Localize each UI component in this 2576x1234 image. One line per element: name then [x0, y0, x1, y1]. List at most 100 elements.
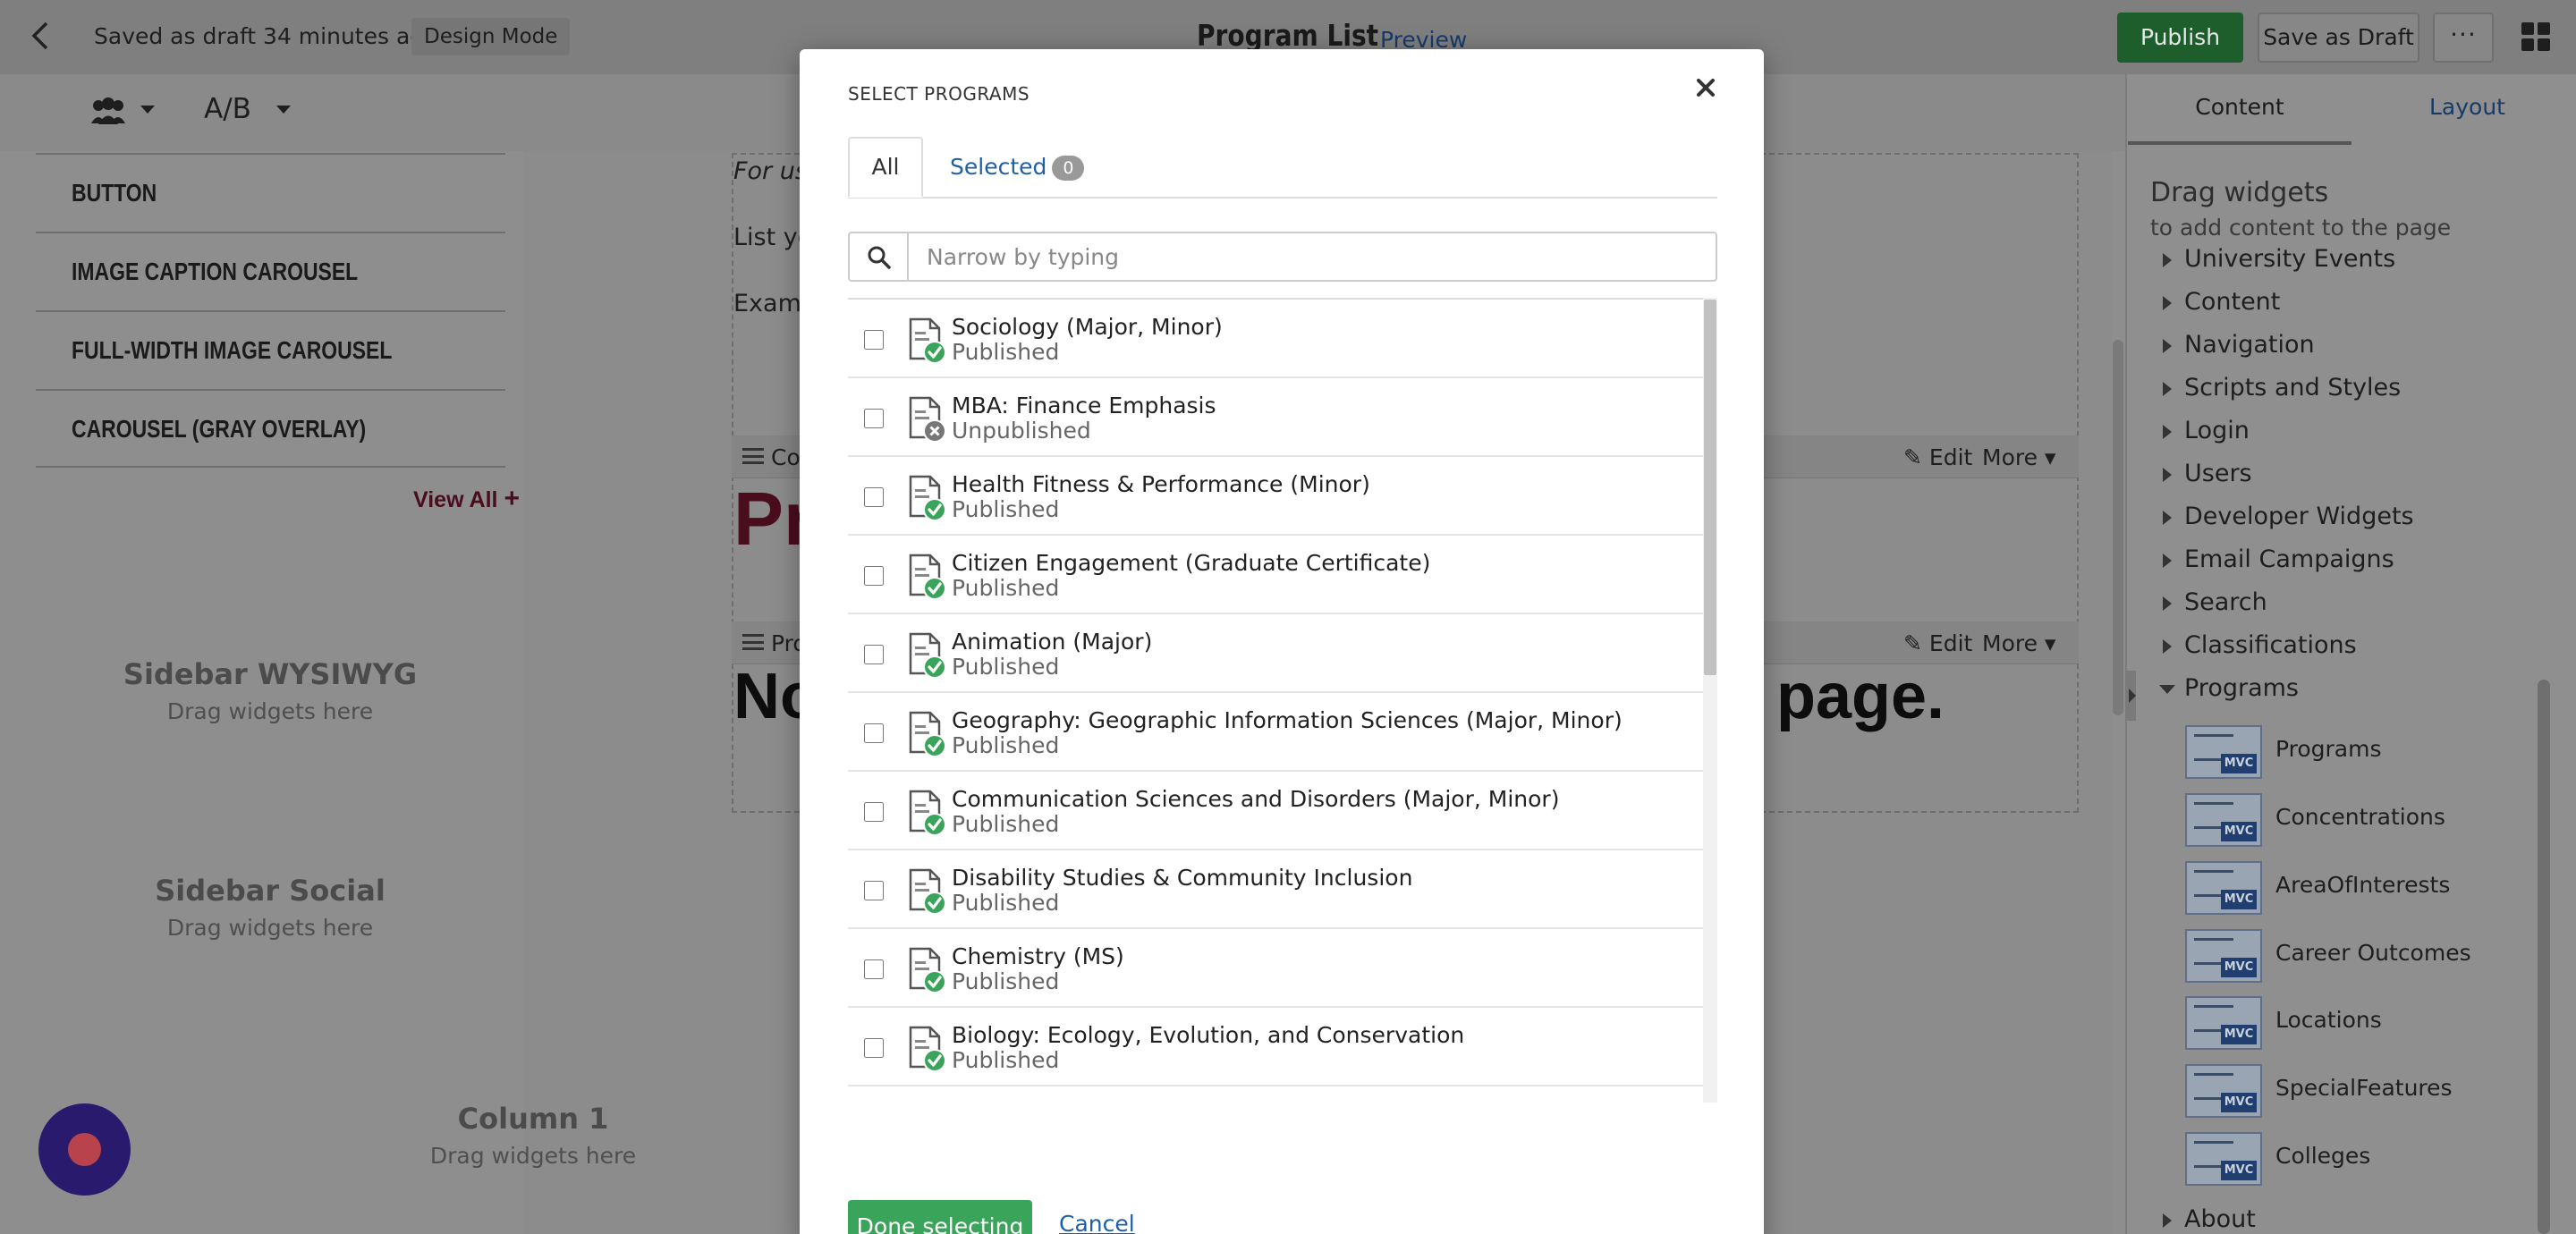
caret-right-icon — [2163, 554, 2172, 568]
program-list-item[interactable]: Animation (Major) Published — [848, 614, 1703, 693]
mvc-widget-icon[interactable]: MVC — [2185, 1132, 2262, 1186]
program-list[interactable]: Sociology (Major, Minor) Published MBA: Fi… — [848, 298, 1717, 1103]
widget-item-carousel-gray-overlay[interactable]: CAROUSEL (GRAY OVERLAY) — [36, 389, 505, 468]
more-options-button[interactable]: ··· — [2433, 13, 2494, 63]
drag-handle-icon[interactable] — [742, 448, 764, 464]
program-status: Published — [952, 811, 1060, 837]
caret-down-icon — [2159, 685, 2175, 694]
ab-test-menu[interactable]: A/B — [204, 93, 251, 125]
category-search[interactable]: Search — [2163, 588, 2267, 616]
category-scripts-and-styles[interactable]: Scripts and Styles — [2163, 374, 2401, 401]
caret-right-icon — [2163, 382, 2172, 396]
more-widget-button[interactable]: More ▾ — [1982, 630, 2055, 656]
column-1-dropzone[interactable]: Column 1 Drag widgets here — [336, 1102, 730, 1169]
view-all-link[interactable]: View All + — [413, 484, 520, 514]
tab-selected[interactable]: Selected 0 — [950, 137, 1085, 198]
widget-concentrations[interactable]: Concentrations — [2275, 804, 2445, 830]
category-programs[interactable]: Programs — [2159, 674, 2299, 702]
canvas-scrollbar[interactable] — [2113, 340, 2123, 715]
widget-locations[interactable]: Locations — [2275, 1007, 2382, 1033]
mvc-widget-icon[interactable]: MVC — [2185, 1064, 2262, 1118]
chevron-down-icon[interactable] — [140, 106, 155, 114]
widget-career-outcomes[interactable]: Career Outcomes — [2275, 940, 2471, 966]
program-list-item[interactable]: Communication Sciences and Disorders (Ma… — [848, 772, 1703, 850]
program-checkbox[interactable] — [864, 881, 884, 900]
program-checkbox[interactable] — [864, 802, 884, 822]
category-about[interactable]: About — [2163, 1205, 2256, 1233]
tab-content[interactable]: Content — [2128, 89, 2351, 145]
program-list-item[interactable]: Chemistry (MS) Published — [848, 929, 1703, 1008]
dropzone-title: Sidebar WYSIWYG — [123, 657, 418, 691]
program-name: Communication Sciences and Disorders (Ma… — [952, 786, 1560, 812]
program-name: Sociology (Major, Minor) — [952, 314, 1223, 340]
mvc-widget-icon[interactable]: MVC — [2185, 725, 2262, 779]
mvc-widget-icon[interactable]: MVC — [2185, 996, 2262, 1050]
widget-item-button[interactable]: BUTTON — [36, 153, 505, 232]
program-list-item[interactable]: Disability Studies & Community Inclusion… — [848, 850, 1703, 929]
widget-item-image-caption-carousel[interactable]: IMAGE CAPTION CAROUSEL — [36, 232, 505, 310]
mvc-widget-icon[interactable]: MVC — [2185, 793, 2262, 847]
program-checkbox[interactable] — [864, 723, 884, 743]
category-login[interactable]: Login — [2163, 417, 2250, 444]
category-email-campaigns[interactable]: Email Campaigns — [2163, 545, 2394, 573]
sidebar-wysiwyg-dropzone[interactable]: Sidebar WYSIWYG Drag widgets here — [73, 657, 467, 724]
widget-colleges[interactable]: Colleges — [2275, 1143, 2370, 1169]
program-list-item[interactable]: Citizen Engagement (Graduate Certificate… — [848, 536, 1703, 614]
search-input[interactable] — [909, 232, 1717, 282]
program-list-item[interactable]: Health Fitness & Performance (Minor) Publ… — [848, 457, 1703, 536]
program-checkbox[interactable] — [864, 487, 884, 507]
caret-right-icon — [2163, 596, 2172, 611]
cancel-link[interactable]: Cancel — [1059, 1211, 1135, 1234]
back-chevron-icon[interactable] — [25, 20, 57, 52]
program-checkbox[interactable] — [864, 409, 884, 428]
edit-widget-button[interactable]: ✎ Edit — [1903, 630, 1972, 656]
dropzone-hint: Drag widgets here — [429, 1143, 637, 1169]
category-classifications[interactable]: Classifications — [2163, 631, 2357, 659]
save-as-draft-button[interactable]: Save as Draft — [2258, 13, 2419, 63]
category-content[interactable]: Content — [2163, 288, 2280, 316]
program-status: Published — [952, 575, 1060, 601]
chevron-down-icon[interactable] — [276, 106, 291, 114]
program-checkbox[interactable] — [864, 959, 884, 979]
program-status: Published — [952, 654, 1060, 680]
dialog-title: SELECT PROGRAMS — [848, 83, 1030, 105]
drag-handle-icon[interactable] — [742, 634, 764, 650]
category-navigation[interactable]: Navigation — [2163, 331, 2315, 359]
mvc-widget-icon[interactable]: MVC — [2185, 929, 2262, 983]
program-list-item[interactable]: MBA: Finance Emphasis Unpublished — [848, 378, 1703, 457]
sidebar-social-dropzone[interactable]: Sidebar Social Drag widgets here — [73, 874, 467, 941]
close-icon[interactable] — [1692, 74, 1719, 101]
dropzone-title: Column 1 — [457, 1102, 609, 1136]
list-scrollbar-thumb[interactable] — [1704, 300, 1716, 675]
program-checkbox[interactable] — [864, 645, 884, 664]
widget-item-full-width-image-carousel[interactable]: FULL-WIDTH IMAGE CAROUSEL — [36, 310, 505, 389]
tab-layout[interactable]: Layout — [2429, 89, 2505, 125]
page-title: Program List — [1197, 18, 1379, 53]
program-checkbox[interactable] — [864, 330, 884, 350]
program-list-item[interactable]: Geography: Geographic Information Scienc… — [848, 693, 1703, 772]
category-developer-widgets[interactable]: Developer Widgets — [2163, 503, 2414, 530]
widget-specialfeatures[interactable]: SpecialFeatures — [2275, 1075, 2453, 1101]
category-users[interactable]: Users — [2163, 460, 2252, 487]
grid-menu-icon[interactable] — [2521, 21, 2551, 52]
program-checkbox[interactable] — [864, 566, 884, 586]
help-chat-button[interactable] — [38, 1103, 131, 1196]
search-button[interactable] — [848, 232, 909, 282]
tab-all[interactable]: All — [848, 137, 923, 198]
published-document-icon — [909, 868, 946, 915]
program-list-item[interactable]: Sociology (Major, Minor) Published — [848, 300, 1703, 378]
widget-areaofinterests[interactable]: AreaOfInterests — [2275, 872, 2450, 898]
more-widget-button[interactable]: More ▾ — [1982, 444, 2055, 470]
dropzone-hint: Drag widgets here — [166, 915, 374, 941]
publish-button[interactable]: Publish — [2117, 13, 2243, 63]
done-selecting-button[interactable]: Done selecting — [848, 1200, 1032, 1234]
users-icon[interactable] — [89, 97, 127, 125]
program-checkbox[interactable] — [864, 1038, 884, 1058]
mvc-widget-icon[interactable]: MVC — [2185, 861, 2262, 915]
widget-programs[interactable]: Programs — [2275, 736, 2382, 762]
right-panel-scrollbar[interactable] — [2538, 680, 2550, 1234]
program-list-item[interactable]: Biology: Ecology, Evolution, and Conserv… — [848, 1008, 1703, 1086]
edit-widget-button[interactable]: ✎ Edit — [1903, 444, 1972, 470]
design-mode-badge: Design Mode — [411, 18, 571, 55]
category-university-events[interactable]: University Events — [2163, 245, 2395, 273]
